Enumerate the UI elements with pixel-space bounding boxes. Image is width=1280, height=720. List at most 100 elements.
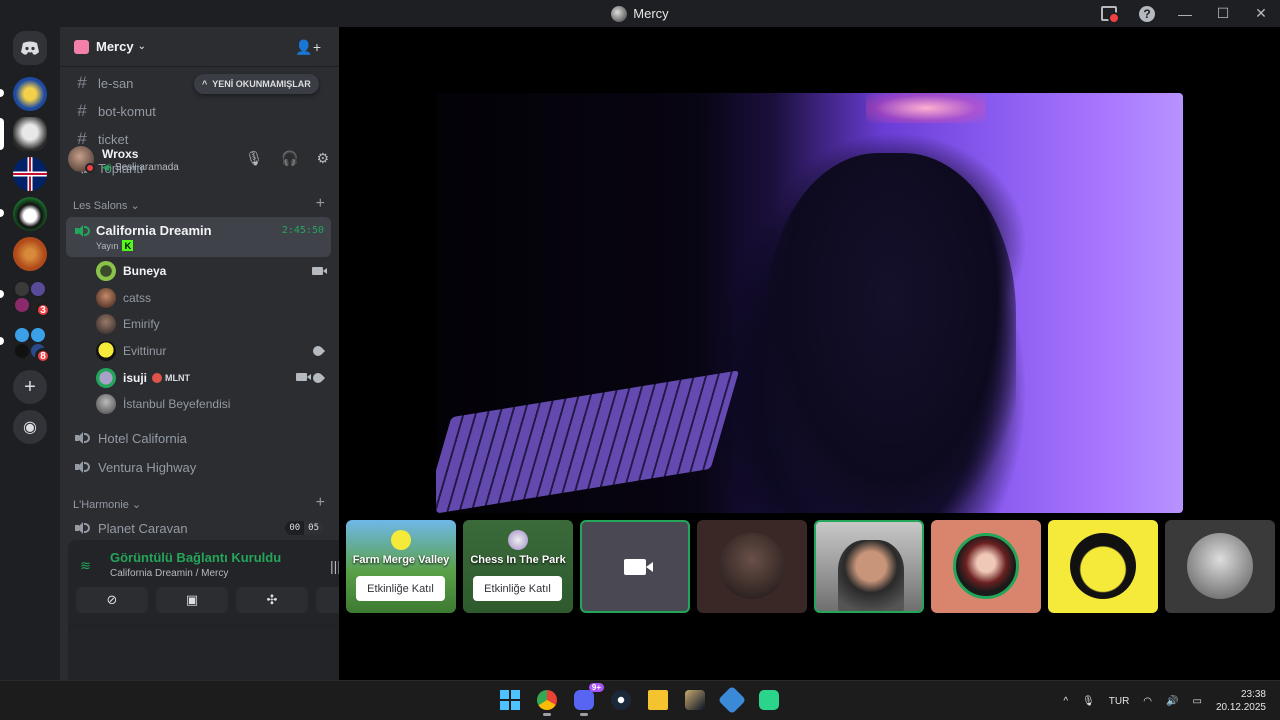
start-button[interactable] bbox=[498, 687, 522, 713]
wifi-icon[interactable]: ◠ bbox=[1143, 696, 1152, 707]
kick-logo-icon: K bbox=[122, 240, 134, 251]
activities-button[interactable]: ✣ bbox=[236, 587, 308, 613]
mention-badge: 3 bbox=[35, 302, 51, 318]
signal-icon: ≋ bbox=[80, 558, 91, 573]
user-count: 00 bbox=[285, 521, 305, 535]
join-activity-button[interactable]: Etkinliğe Katıl bbox=[473, 576, 562, 601]
help-icon: ? bbox=[1139, 5, 1155, 22]
new-unreads-pill[interactable]: ^ YENİ OKUNMAMIŞLAR bbox=[194, 74, 319, 94]
diamond-icon bbox=[717, 685, 747, 715]
connection-location[interactable]: California Dreamin / Mercy bbox=[110, 568, 228, 579]
notification-badge: 9+ bbox=[588, 683, 604, 692]
chevron-up-icon: ^ bbox=[202, 79, 208, 89]
connection-status[interactable]: Görüntülü Bağlantı Kuruldu bbox=[110, 550, 281, 565]
voice-user[interactable]: catss bbox=[96, 285, 331, 311]
category-lharmonie[interactable]: L'Harmonie ⌄ bbox=[73, 498, 141, 512]
participant-tile[interactable] bbox=[1165, 520, 1275, 613]
voice-channel-planet-caravan[interactable]: Planet Caravan 00 05 bbox=[68, 515, 331, 541]
active-voice-channel[interactable]: California Dreamin Yayın K 2:45:50 bbox=[66, 217, 331, 257]
voice-stage: Farm Merge Valley Etkinliğe Katıl Chess … bbox=[339, 27, 1280, 680]
voice-user[interactable]: Emirify bbox=[96, 311, 331, 337]
plus-icon: + bbox=[24, 375, 36, 398]
title-bar: Mercy ? — ☐ ✕ bbox=[0, 0, 1280, 27]
create-channel-button[interactable]: + bbox=[316, 494, 325, 512]
camera-off-icon: ⊘ bbox=[106, 592, 118, 607]
settings-button[interactable]: ⚙ bbox=[316, 150, 329, 167]
avatar bbox=[96, 261, 116, 281]
screen-share-button[interactable]: ▣ bbox=[156, 587, 228, 613]
participant-tile[interactable] bbox=[580, 520, 690, 613]
hash-icon: # bbox=[77, 73, 87, 92]
activity-tile[interactable]: Chess In The Park Etkinliğe Katıl bbox=[463, 520, 573, 613]
maximize-button[interactable]: ☐ bbox=[1204, 0, 1242, 27]
server-icon-uk[interactable] bbox=[13, 157, 47, 191]
call-timer: 2:45:50 bbox=[281, 225, 324, 236]
avatar bbox=[96, 314, 116, 334]
username: Wroxs bbox=[102, 147, 139, 161]
discord-app[interactable]: 9+ bbox=[572, 683, 604, 716]
category-les-salons[interactable]: Les Salons ⌄ bbox=[73, 199, 140, 213]
clock[interactable]: 23:38 20.12.2025 bbox=[1216, 688, 1266, 714]
channel-bot-komut[interactable]: # bot-komut bbox=[68, 98, 331, 124]
voice-user-name: Buneya bbox=[123, 264, 167, 278]
participant-video-tile[interactable] bbox=[814, 520, 924, 613]
streamer-silhouette bbox=[766, 153, 1016, 513]
camera-icon bbox=[296, 373, 311, 381]
voice-user[interactable]: isuji MLNT bbox=[96, 365, 331, 391]
chat-app[interactable] bbox=[757, 687, 781, 713]
server-icon-mercy[interactable] bbox=[13, 117, 47, 151]
camera-off-button[interactable]: ⊘ bbox=[76, 587, 148, 613]
voice-user-name: Emirify bbox=[123, 317, 160, 331]
voice-user[interactable]: Buneya bbox=[96, 258, 331, 284]
running-indicator bbox=[543, 713, 551, 716]
date: 20.12.2025 bbox=[1215, 702, 1266, 713]
close-button[interactable]: ✕ bbox=[1242, 0, 1280, 27]
steam-app[interactable] bbox=[609, 687, 633, 713]
help-button[interactable]: ? bbox=[1128, 0, 1166, 27]
voice-user[interactable]: Evittinur bbox=[96, 338, 331, 364]
server-icon-1[interactable] bbox=[13, 77, 47, 111]
league-app[interactable] bbox=[683, 687, 707, 713]
folder-icon bbox=[648, 690, 668, 710]
file-explorer-app[interactable] bbox=[646, 687, 670, 713]
user-controls: 🎙 🎧 ⚙ bbox=[245, 150, 329, 167]
category-label: L'Harmonie bbox=[73, 498, 129, 511]
battery-icon[interactable]: ▭ bbox=[1192, 696, 1201, 707]
server-icon-5[interactable] bbox=[13, 237, 47, 271]
server-header[interactable]: Mercy ⌄ 👤+ bbox=[60, 27, 339, 67]
direct-messages-button[interactable] bbox=[13, 31, 47, 65]
chevron-down-icon: ⌄ bbox=[130, 200, 140, 212]
user-status-label: Sesli aramada bbox=[114, 162, 179, 173]
focused-video-stream[interactable] bbox=[436, 93, 1183, 513]
voice-channel-hotel-california[interactable]: Hotel California bbox=[68, 425, 331, 451]
volume-icon[interactable]: 🔊 bbox=[1166, 696, 1178, 707]
minimize-button[interactable]: — bbox=[1166, 0, 1204, 27]
avatar bbox=[96, 288, 116, 308]
discover-button[interactable]: ◉ bbox=[13, 410, 47, 444]
add-user-button[interactable]: 👤+ bbox=[295, 39, 321, 56]
mushroom-icon bbox=[152, 373, 163, 383]
video-feed bbox=[838, 540, 904, 611]
add-server-button[interactable]: + bbox=[13, 370, 47, 404]
microphone-icon[interactable]: 🎙 bbox=[1082, 696, 1095, 707]
channel-status: Yayın K bbox=[96, 240, 134, 251]
unread-indicator bbox=[0, 89, 4, 97]
network-app[interactable] bbox=[717, 685, 747, 715]
participant-tile[interactable] bbox=[697, 520, 807, 613]
voice-user[interactable]: İstanbul Beyefendisi bbox=[96, 391, 331, 417]
voice-channel-ventura-highway[interactable]: Ventura Highway bbox=[68, 454, 331, 480]
create-channel-button[interactable]: + bbox=[316, 195, 325, 213]
server-icon-4[interactable] bbox=[13, 197, 47, 231]
chevron-up-icon[interactable]: ^ bbox=[1063, 696, 1068, 707]
headphones-button[interactable]: 🎧 bbox=[281, 150, 298, 167]
activity-title: Farm Merge Valley bbox=[352, 554, 450, 566]
language-indicator[interactable]: TUR bbox=[1109, 696, 1130, 707]
inbox-button[interactable] bbox=[1090, 0, 1128, 27]
microphone-button[interactable]: 🎙 bbox=[245, 150, 263, 167]
participant-tile[interactable] bbox=[1048, 520, 1158, 613]
participant-tile[interactable] bbox=[931, 520, 1041, 613]
unread-indicator bbox=[0, 337, 4, 345]
activity-tile[interactable]: Farm Merge Valley Etkinliğe Katıl bbox=[346, 520, 456, 613]
join-activity-button[interactable]: Etkinliğe Katıl bbox=[356, 576, 445, 601]
chrome-app[interactable] bbox=[535, 687, 559, 716]
